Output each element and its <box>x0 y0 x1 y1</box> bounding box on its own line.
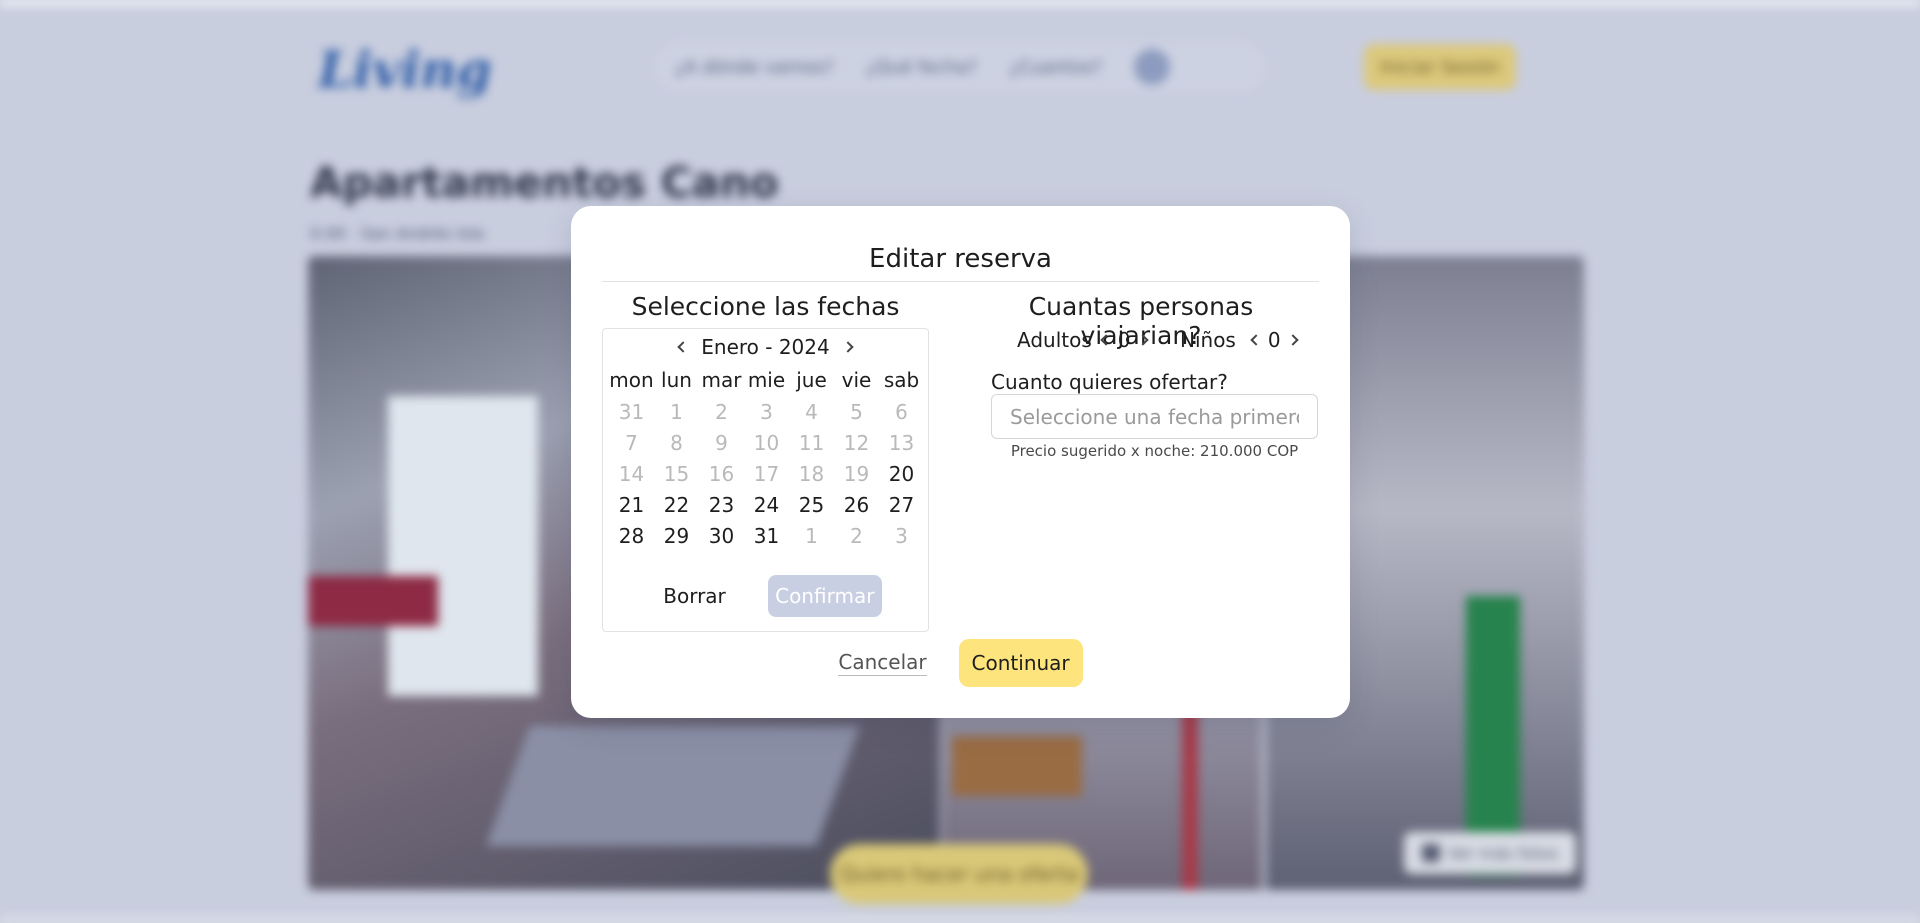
calendar-day-disabled: 17 <box>753 461 780 486</box>
calendar-day[interactable]: 20 <box>879 458 924 489</box>
weekday-header: lun <box>661 367 692 392</box>
weekday-header: mon <box>609 367 654 392</box>
calendar-header: Enero - 2024 <box>603 335 928 359</box>
calendar-day-disabled: 2 <box>715 399 728 424</box>
view-photos-button: Ver más fotos <box>1404 832 1576 874</box>
photo-stripe <box>1182 706 1198 890</box>
children-stepper: Niños 0 <box>1180 328 1299 352</box>
calendar-day[interactable]: 23 <box>699 489 744 520</box>
modal-footer: Cancelar Continuar <box>571 639 1350 687</box>
prev-month-icon[interactable] <box>677 341 689 353</box>
calendar-day[interactable]: 24 <box>744 489 789 520</box>
calendar-month-year: Enero - 2024 <box>701 335 830 359</box>
modal-title: Editar reserva <box>869 244 1052 274</box>
modal-divider <box>602 281 1319 282</box>
calendar-day-disabled: 16 <box>708 461 735 486</box>
photo-window <box>388 396 538 696</box>
children-increment-icon[interactable] <box>1286 334 1299 346</box>
calendar: Enero - 2024 mon lun mar mie jue vie sab 31 1 2 3 4… <box>602 328 929 632</box>
clear-dates-button[interactable]: Borrar <box>649 576 740 616</box>
calendar-day[interactable]: 26 <box>834 489 879 520</box>
weekday-header: mar <box>701 367 742 392</box>
calendar-day-disabled: 2 <box>850 523 863 548</box>
site-logo: Living <box>318 40 492 99</box>
calendar-day[interactable]: 22 <box>654 489 699 520</box>
photo-wood <box>952 736 1082 796</box>
adults-stepper: Adultos 0 <box>1017 328 1149 352</box>
photo-bed <box>308 576 438 626</box>
dates-section-title: Seleccione las fechas <box>631 292 900 321</box>
nav-destination: ¿A dónde vamos? <box>675 56 834 78</box>
bottom-strip <box>0 917 1920 923</box>
calendar-day[interactable]: 30 <box>699 520 744 551</box>
offer-input[interactable] <box>991 394 1318 439</box>
calendar-day-disabled: 1 <box>670 399 683 424</box>
calendar-day-disabled: 5 <box>850 399 863 424</box>
calendar-day-disabled: 18 <box>798 461 825 486</box>
property-meta: 0.00 · San Andrés Isla <box>310 224 485 243</box>
top-strip <box>0 0 1920 5</box>
calendar-day-disabled: 19 <box>843 461 870 486</box>
calendar-grid: mon lun mar mie jue vie sab 31 1 2 3 4 5 6 7 8 9 10 11 12 13… <box>609 363 924 551</box>
calendar-day[interactable]: 27 <box>879 489 924 520</box>
children-decrement-icon[interactable] <box>1250 334 1262 346</box>
property-title: Apartamentos Cano <box>310 158 779 207</box>
make-offer-button: Quiero hacer una oferta <box>830 844 1088 904</box>
adults-increment-icon[interactable] <box>1136 334 1149 346</box>
calendar-day-disabled: 9 <box>715 430 728 455</box>
calendar-day-disabled: 4 <box>805 399 818 424</box>
calendar-day-disabled: 3 <box>895 523 908 548</box>
calendar-day-disabled: 8 <box>670 430 683 455</box>
offer-label: Cuanto quieres ofertar? <box>991 370 1228 394</box>
calendar-day-disabled: 13 <box>888 430 915 455</box>
weekday-header: mie <box>747 367 786 392</box>
weekday-header: vie <box>841 367 872 392</box>
calendar-day-disabled: 12 <box>843 430 870 455</box>
calendar-actions: Borrar Confirmar <box>603 575 928 617</box>
confirm-dates-button[interactable]: Confirmar <box>767 575 882 617</box>
calendar-day[interactable]: 25 <box>789 489 834 520</box>
weekday-header: sab <box>883 367 920 392</box>
children-label: Niños <box>1180 328 1236 352</box>
photo-rug <box>486 726 860 846</box>
calendar-day[interactable]: 28 <box>609 520 654 551</box>
calendar-day-disabled: 6 <box>895 399 908 424</box>
children-value: 0 <box>1267 328 1281 352</box>
calendar-day-disabled: 1 <box>805 523 818 548</box>
calendar-day[interactable]: 21 <box>609 489 654 520</box>
adults-value: 0 <box>1117 328 1131 352</box>
calendar-day-disabled: 3 <box>760 399 773 424</box>
calendar-day-disabled: 15 <box>663 461 690 486</box>
search-bar: ¿A dónde vamos? ¿Qué fecha? ¿Cuantos? <box>655 42 1265 92</box>
nav-guests: ¿Cuantos? <box>1009 56 1103 78</box>
avatar <box>1134 49 1171 85</box>
photos-icon <box>1422 844 1441 862</box>
view-photos-label: Ver más fotos <box>1448 843 1558 863</box>
calendar-day[interactable]: 31 <box>744 520 789 551</box>
calendar-day-disabled: 7 <box>625 430 638 455</box>
adults-label: Adultos <box>1017 328 1092 352</box>
continue-button[interactable]: Continuar <box>958 639 1083 687</box>
cancel-button[interactable]: Cancelar <box>838 650 927 676</box>
next-month-icon[interactable] <box>842 341 854 353</box>
weekday-header: jue <box>796 367 827 392</box>
calendar-day-disabled: 11 <box>798 430 825 455</box>
nav-dates: ¿Qué fecha? <box>865 56 978 78</box>
calendar-day-disabled: 31 <box>618 399 645 424</box>
suggested-price: Precio sugerido x noche: 210.000 COP <box>1010 442 1299 460</box>
edit-reservation-modal: Editar reserva Seleccione las fechas Ene… <box>571 206 1350 718</box>
calendar-day[interactable]: 29 <box>654 520 699 551</box>
calendar-day-disabled: 14 <box>618 461 645 486</box>
adults-decrement-icon[interactable] <box>1100 334 1112 346</box>
login-button: Iniciar Sesión <box>1364 44 1516 90</box>
calendar-day-disabled: 10 <box>753 430 780 455</box>
